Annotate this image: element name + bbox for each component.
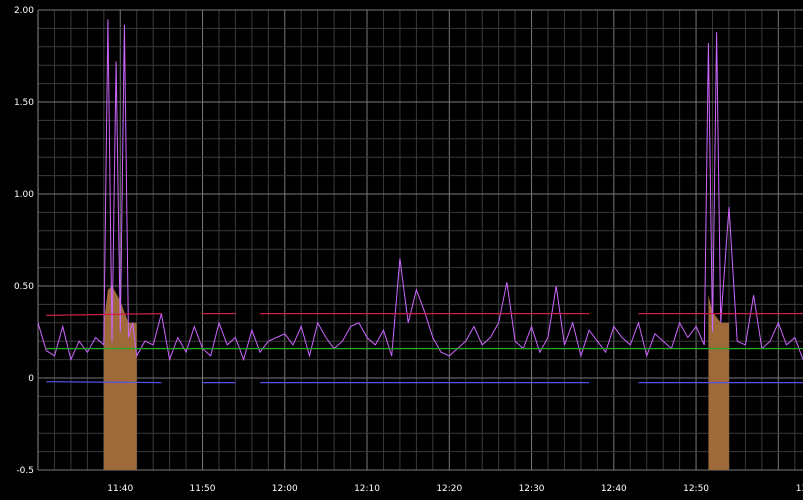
x-tick-label: 12:30 xyxy=(519,484,545,494)
x-tick-label: 12:50 xyxy=(683,484,709,494)
x-tick-label: 13: xyxy=(796,484,803,494)
x-tick-label: 12:20 xyxy=(436,484,462,494)
x-tick-label: 12:40 xyxy=(601,484,627,494)
chart: 2.00 1.50 1.00 0.50 0 -0.5 11:40 11:50 12:00 12:… xyxy=(0,0,803,500)
y-tick-label: -0.5 xyxy=(16,466,34,476)
y-tick-label: 1.50 xyxy=(14,98,34,108)
y-tick-label: 1.00 xyxy=(14,190,34,200)
y-tick-label: 0 xyxy=(28,374,34,384)
y-tick-label: 0.50 xyxy=(14,282,34,292)
y-tick-label: 2.00 xyxy=(14,6,34,16)
x-tick-labels: 11:40 11:50 12:00 12:10 12:20 12:30 12:40 12:50… xyxy=(107,484,803,494)
x-tick-label: 11:50 xyxy=(190,484,216,494)
x-tick-label: 12:10 xyxy=(354,484,380,494)
x-tick-label: 12:00 xyxy=(272,484,298,494)
x-tick-label: 11:40 xyxy=(107,484,133,494)
